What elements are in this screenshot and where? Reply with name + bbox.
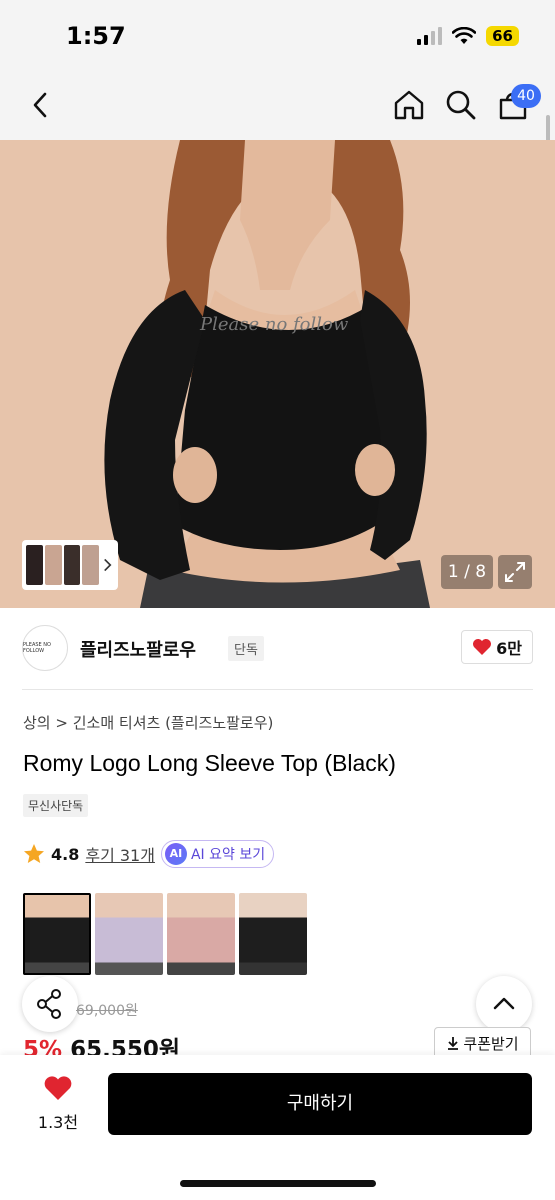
ai-summary-label: AI 요약 보기 xyxy=(190,847,266,863)
option-thumbnail-black-alt[interactable] xyxy=(239,893,307,975)
ai-icon: AI xyxy=(164,843,187,865)
breadcrumb-separator: > xyxy=(55,714,73,732)
status-bar: 1:57 66 xyxy=(0,0,555,70)
share-icon xyxy=(37,989,61,1019)
brand-logo-text: PLEASE NO FOLLOW xyxy=(23,642,51,654)
download-icon xyxy=(448,1037,459,1050)
chevron-up-icon xyxy=(493,997,515,1010)
product-hero-image[interactable]: Please no follow 1 / 8 xyxy=(0,140,555,608)
brand-like-button[interactable]: 6만 xyxy=(461,630,533,664)
buy-button[interactable]: 구매하기 xyxy=(108,1073,532,1135)
expand-icon[interactable] xyxy=(498,555,532,589)
brand-name[interactable]: 플리즈노팔로우 xyxy=(80,636,196,662)
top-nav-bar: 40 xyxy=(0,70,555,140)
status-time: 1:57 xyxy=(66,22,126,50)
ai-summary-button[interactable]: AI AI 요약 보기 xyxy=(160,840,275,868)
option-thumbnails xyxy=(23,893,307,975)
scroll-top-button[interactable] xyxy=(476,976,532,1032)
back-icon[interactable] xyxy=(26,90,56,120)
review-count-link[interactable]: 후기 31개 xyxy=(85,842,155,866)
star-icon xyxy=(24,844,44,863)
rating-row: 4.8 후기 31개 AI AI 요약 보기 xyxy=(23,840,275,868)
model-photo: Please no follow xyxy=(0,140,555,608)
option-thumbnail-lavender[interactable] xyxy=(95,893,163,975)
option-thumbnail-black[interactable] xyxy=(23,893,91,975)
shirt-logo-text: Please no follow xyxy=(199,314,349,335)
home-indicator xyxy=(180,1180,376,1187)
cart-count-badge: 40 xyxy=(511,84,541,108)
image-counter: 1 / 8 xyxy=(441,555,493,589)
exclusive-badge: 무신사단독 xyxy=(23,794,89,817)
brand-like-count: 6만 xyxy=(496,639,522,658)
heart-icon xyxy=(473,639,492,655)
breadcrumb-root[interactable]: 상의 xyxy=(23,714,51,732)
wishlist-count: 1.3천 xyxy=(37,1113,79,1132)
battery-indicator: 66 xyxy=(486,26,519,46)
breadcrumb: 상의 > 긴소매 티셔츠 (플리즈노팔로우) xyxy=(23,712,273,733)
wifi-icon xyxy=(452,27,477,44)
wishlist-button[interactable]: 1.3천 xyxy=(30,1075,86,1133)
share-button[interactable] xyxy=(22,976,78,1032)
signal-icon xyxy=(417,27,443,45)
option-thumbnail-pink[interactable] xyxy=(167,893,235,975)
coupon-label: 쿠폰받기 xyxy=(463,1034,519,1053)
heart-icon xyxy=(44,1076,72,1100)
home-icon[interactable] xyxy=(392,88,426,122)
status-icons: 66 xyxy=(417,26,519,46)
chevron-right-icon xyxy=(104,558,112,572)
bottom-action-bar: 1.3천 구매하기 xyxy=(0,1055,555,1200)
original-price: 69,000원 xyxy=(76,1003,138,1019)
brand-exclusive-tag: 단독 xyxy=(228,636,264,661)
search-icon[interactable] xyxy=(444,88,478,122)
product-title: Romy Logo Long Sleeve Top (Black) xyxy=(23,750,396,776)
rating-value: 4.8 xyxy=(51,844,80,864)
breadcrumb-sub[interactable]: 긴소매 티셔츠 (플리즈노팔로우) xyxy=(73,714,274,732)
brand-logo[interactable]: PLEASE NO FOLLOW xyxy=(22,625,68,671)
brand-row: PLEASE NO FOLLOW 플리즈노팔로우 단독 6만 xyxy=(22,608,533,690)
image-thumbnail-strip[interactable] xyxy=(22,540,118,590)
